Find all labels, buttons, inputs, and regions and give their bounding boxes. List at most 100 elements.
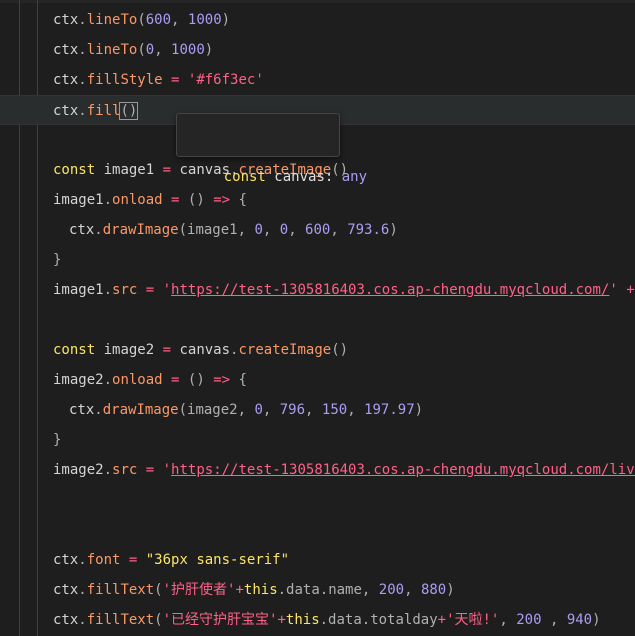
- code-line[interactable]: image2.src = 'https://test-1305816403.co…: [0, 455, 635, 485]
- code-token: +: [437, 612, 447, 628]
- tooltip-type: any: [341, 169, 368, 185]
- code-token: '已经守护肝宝宝': [162, 612, 278, 628]
- code-line[interactable]: }: [0, 425, 635, 455]
- code-token: =: [162, 192, 188, 208]
- code-token: ctx: [53, 582, 79, 598]
- code-line[interactable]: ctx.drawImage(image2, 0, 796, 150, 197.9…: [0, 395, 635, 425]
- code-token: (: [137, 42, 146, 58]
- code-token: .: [103, 192, 113, 208]
- code-text: ctx.fill(): [53, 96, 139, 124]
- code-token: 0: [254, 402, 263, 418]
- code-token: .: [94, 402, 103, 418]
- code-line[interactable]: ctx.drawImage(image1, 0, 0, 600, 793.6): [0, 215, 635, 245]
- code-token: image2: [95, 342, 163, 358]
- code-token: ctx: [53, 12, 79, 28]
- code-token: ,: [262, 222, 280, 238]
- code-token: lineTo: [86, 12, 138, 28]
- code-token: ): [414, 402, 424, 418]
- code-token: createImage: [238, 342, 332, 358]
- code-token: ': [162, 282, 172, 298]
- code-token: 880: [420, 582, 447, 598]
- code-token: '#f6f3ec': [187, 72, 264, 88]
- code-text: ctx.font = "36px sans-serif": [53, 545, 289, 575]
- code-token: ': [162, 462, 172, 478]
- code-token: 0: [279, 222, 289, 238]
- code-token: ctx: [53, 103, 79, 119]
- code-token: .: [78, 103, 87, 119]
- tooltip-colon: :: [324, 169, 342, 185]
- code-token: font: [86, 552, 121, 568]
- code-token: '护肝使者': [162, 582, 236, 598]
- code-token: ): [389, 222, 398, 238]
- code-line[interactable]: ctx.fillText('护肝使者'+this.data.name, 200,…: [0, 575, 635, 605]
- code-token: drawImage: [102, 222, 179, 238]
- code-token: ,: [154, 42, 172, 58]
- code-text: const image2 = canvas.createImage(): [53, 335, 348, 365]
- code-text: }: [53, 425, 61, 455]
- code-line[interactable]: ctx.fillText('已经守护肝宝宝'+this.data.totalda…: [0, 605, 635, 635]
- code-token: =: [137, 282, 163, 298]
- code-token: ,: [305, 402, 322, 418]
- code-text: ctx.drawImage(image1, 0, 0, 600, 793.6): [69, 215, 398, 245]
- code-token: (: [154, 612, 163, 628]
- code-line[interactable]: [0, 305, 635, 335]
- code-text: image2.src = 'https://test-1305816403.co…: [53, 455, 635, 485]
- code-token: .: [78, 552, 87, 568]
- code-token: 0: [145, 42, 155, 58]
- code-token: +: [626, 282, 635, 298]
- code-link[interactable]: https://test-1305816403.cos.ap-chengdu.m…: [171, 282, 609, 298]
- code-token: onload: [112, 192, 163, 208]
- code-token: .: [78, 612, 87, 628]
- code-text: ctx.lineTo(0, 1000): [53, 35, 213, 65]
- code-line[interactable]: ctx.lineTo(600, 1000): [0, 5, 635, 35]
- code-token: ,: [171, 12, 188, 28]
- code-line[interactable]: ctx.lineTo(0, 1000): [0, 35, 635, 65]
- code-token: 600: [145, 12, 172, 28]
- code-line[interactable]: image1.src = 'https://test-1305816403.co…: [0, 275, 635, 305]
- code-token: ,: [262, 402, 280, 418]
- code-line[interactable]: [0, 515, 635, 545]
- code-token: this: [285, 612, 320, 628]
- code-token: .: [103, 462, 113, 478]
- code-text: }: [53, 245, 61, 275]
- code-token: image1: [95, 162, 163, 178]
- code-line[interactable]: image2.onload = () => {: [0, 365, 635, 395]
- code-token: ctx: [53, 552, 79, 568]
- code-token: 200: [378, 582, 405, 598]
- code-token: fill: [86, 103, 121, 119]
- code-token: drawImage: [102, 402, 179, 418]
- code-token: (image2,: [178, 402, 255, 418]
- code-token: image2: [53, 462, 104, 478]
- code-token: ,: [499, 612, 517, 628]
- code-token: 796: [279, 402, 306, 418]
- code-line[interactable]: ctx.font = "36px sans-serif": [0, 545, 635, 575]
- code-token: 600: [305, 222, 331, 238]
- code-token: (: [154, 582, 163, 598]
- code-token: ctx: [53, 72, 79, 88]
- code-token: ): [592, 612, 601, 628]
- code-line[interactable]: const image2 = canvas.createImage(): [0, 335, 635, 365]
- code-token: const: [53, 162, 96, 178]
- code-token: .: [103, 372, 113, 388]
- code-token: ctx: [69, 222, 95, 238]
- code-token: "36px sans-serif": [145, 552, 290, 568]
- code-line[interactable]: [0, 485, 635, 515]
- code-token: {: [230, 372, 247, 388]
- code-token: ,: [330, 222, 348, 238]
- code-token: 200: [516, 612, 542, 628]
- code-token: src: [112, 282, 138, 298]
- code-token: 1000: [187, 12, 222, 28]
- code-token: (: [137, 12, 146, 28]
- code-token: ,: [288, 222, 306, 238]
- code-line[interactable]: }: [0, 245, 635, 275]
- code-token: .: [78, 582, 87, 598]
- code-line[interactable]: ctx.fillStyle = '#f6f3ec': [0, 65, 635, 95]
- code-token: ctx: [53, 42, 79, 58]
- code-editor[interactable]: ctx.lineTo(600, 1000) ctx.lineTo(0, 1000)…: [0, 0, 635, 636]
- code-token: +: [277, 612, 286, 628]
- code-text: ctx.drawImage(image2, 0, 796, 150, 197.9…: [69, 395, 423, 425]
- code-token: =: [137, 462, 163, 478]
- code-link[interactable]: https://test-1305816403.cos.ap-chengdu.m…: [171, 462, 635, 478]
- code-token: onload: [112, 372, 163, 388]
- editor-top-edge: [0, 0, 635, 3]
